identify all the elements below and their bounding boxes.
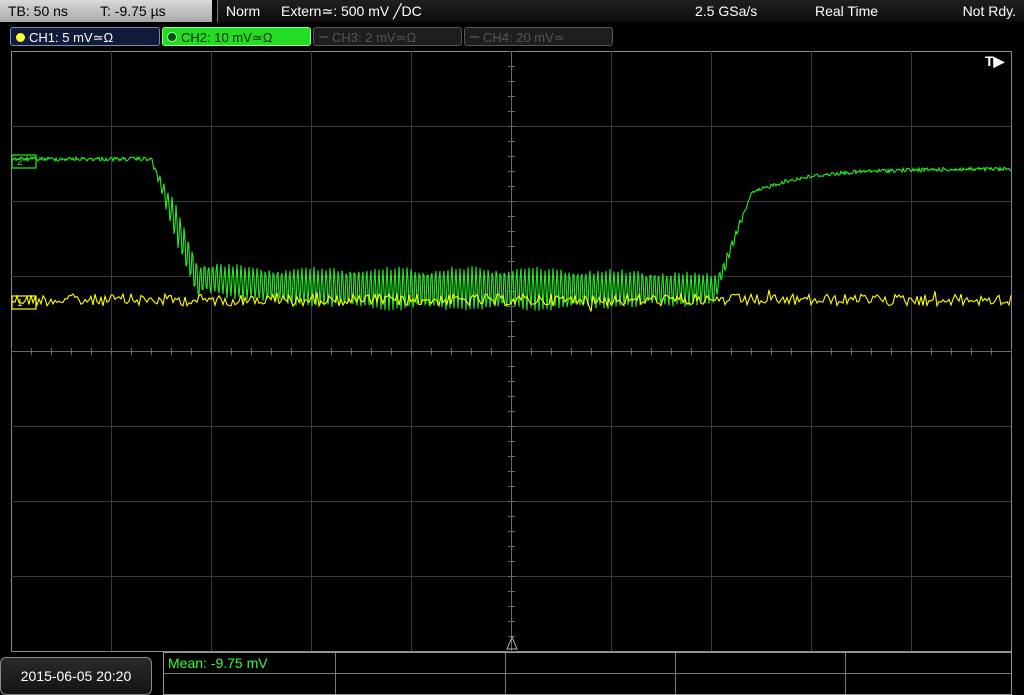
datetime-display: 2015-06-05 20:20 (0, 657, 152, 695)
sample-rate[interactable]: 2.5 GSa/s (695, 0, 757, 22)
ch1-label: CH1: 5 mV≃Ω (29, 30, 114, 45)
ch2-marker-label: 2 (17, 157, 23, 168)
trigger-time-value[interactable]: T: -9.75 µs (100, 0, 166, 22)
channel-tab-ch2[interactable]: CH2: 10 mV≃Ω (162, 27, 311, 46)
ch2-indicator-icon (167, 32, 177, 42)
acquisition-status-bar: Norm Extern≃: 500 mV ╱DC 2.5 GSa/s Real … (217, 0, 1024, 22)
measurement-cell[interactable] (164, 674, 336, 694)
measurement-cell[interactable] (336, 653, 506, 674)
measurement-cell[interactable] (336, 674, 506, 694)
waveform-canvas[interactable]: 2 1 T▶ (11, 51, 1012, 652)
ch3-indicator-icon (319, 36, 328, 38)
ch3-label: CH3: 2 mV≃Ω (332, 30, 417, 45)
channel-tab-ch3[interactable]: CH3: 2 mV≃Ω (313, 27, 462, 46)
measurement-cell[interactable] (506, 653, 676, 674)
measurement-panel[interactable]: Mean: -9.75 mV (163, 652, 1012, 695)
measurement-cell[interactable] (846, 653, 1011, 674)
ch2-marker[interactable]: 2 (11, 154, 37, 169)
graticule-grid (11, 51, 1012, 652)
measurement-cell[interactable] (676, 674, 846, 694)
ch4-label: CH4: 20 mV≃ (483, 30, 565, 45)
measurement-cell[interactable] (846, 674, 1011, 694)
mean-measurement[interactable]: Mean: -9.75 mV (168, 655, 268, 671)
waveform-display[interactable]: 2 1 T▶ (11, 51, 1012, 652)
trigger-source[interactable]: Extern≃: 500 mV ╱DC (281, 0, 422, 22)
trigger-mode[interactable]: Norm (226, 0, 260, 22)
ch1-marker-label: 1 (17, 298, 23, 309)
measurement-cell[interactable] (506, 674, 676, 694)
ch1-indicator-icon (16, 33, 25, 42)
channel-tab-ch1[interactable]: CH1: 5 mV≃Ω (10, 27, 160, 46)
timebase-value[interactable]: TB: 50 ns (8, 0, 68, 22)
ch2-marker-box (11, 154, 37, 169)
trigger-state: Not Rdy. (962, 3, 1016, 19)
ch4-indicator-icon (470, 36, 479, 38)
trigger-position-marker[interactable]: T▶ (985, 53, 1006, 69)
ch2-label: CH2: 10 mV≃Ω (181, 30, 273, 45)
timebase-panel[interactable]: TB: 50 ns T: -9.75 µs (0, 0, 212, 22)
acquisition-mode[interactable]: Real Time (815, 0, 878, 22)
measurement-cell[interactable] (676, 653, 846, 674)
channel-tab-ch4[interactable]: CH4: 20 mV≃ (464, 27, 613, 46)
